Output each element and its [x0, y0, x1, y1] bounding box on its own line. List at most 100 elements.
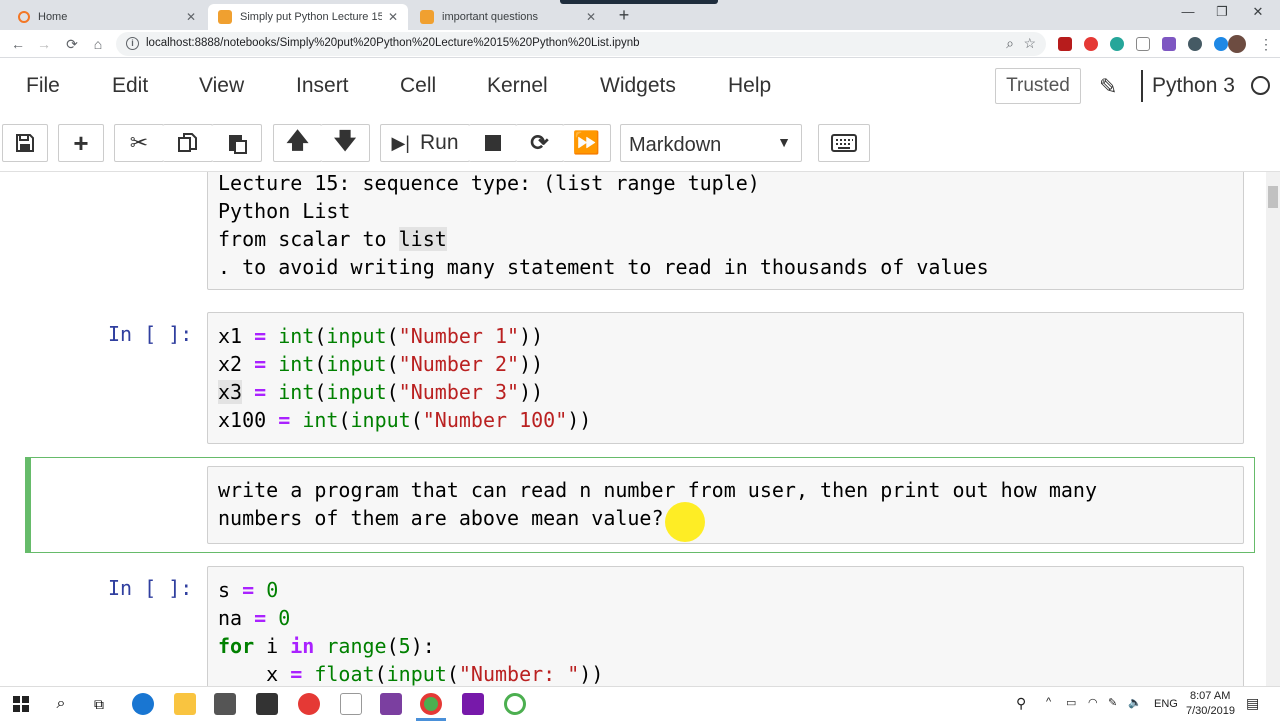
minimize-icon[interactable]: — [1178, 4, 1198, 19]
bookmark-star-icon[interactable]: ☆ [1023, 35, 1036, 52]
tab-lecture-notebook[interactable]: Simply put Python Lecture 15 Py ✕ [208, 4, 408, 30]
code-line: x = float(input("Number: ")) [218, 662, 604, 686]
menu-view[interactable]: View [199, 74, 244, 98]
clock-time[interactable]: 8:07 AM [1190, 690, 1230, 702]
chrome-icon[interactable] [420, 693, 442, 715]
close-icon[interactable]: ✕ [586, 10, 596, 24]
more-icon[interactable]: ⋮ [1256, 34, 1276, 54]
notebook-container[interactable]: Lecture 15: sequence type: (list range t… [0, 172, 1266, 686]
interrupt-button[interactable] [469, 124, 517, 162]
vertical-scrollbar[interactable] [1266, 172, 1280, 686]
scrollbar-thumb[interactable] [1268, 186, 1278, 208]
extension-icon[interactable] [1162, 37, 1176, 51]
extension-icon[interactable] [1188, 37, 1202, 51]
close-window-icon[interactable]: ✕ [1248, 4, 1268, 20]
restart-run-all-button[interactable]: ⏩ [563, 124, 611, 162]
search-icon[interactable]: ⌕ [50, 693, 72, 715]
file-explorer-icon[interactable] [174, 693, 196, 715]
people-icon[interactable]: ⚲ [1016, 695, 1026, 712]
code-line: na = 0 [218, 606, 291, 630]
arrow-up-icon: 🡅 [286, 128, 309, 153]
wifi-icon[interactable]: ◠ [1088, 696, 1098, 709]
copy-icon [177, 133, 197, 152]
menu-cell[interactable]: Cell [400, 74, 436, 98]
onenote-icon[interactable] [462, 693, 484, 715]
kernel-divider [1141, 70, 1143, 102]
clock-date[interactable]: 7/30/2019 [1186, 705, 1235, 717]
stop-icon [484, 135, 501, 151]
address-bar-row: ← → ⟳ ⌂ i localhost:8888/notebooks/Simpl… [0, 30, 1280, 58]
kernel-status-icon [1251, 76, 1270, 95]
grammarly-icon[interactable] [1110, 37, 1124, 51]
reload-icon[interactable]: ⟳ [62, 34, 82, 54]
back-icon[interactable]: ← [8, 34, 28, 54]
extension-icon[interactable] [1136, 37, 1150, 51]
markdown-cell[interactable]: write a program that can read n number f… [207, 466, 1244, 544]
zoom-icon[interactable]: ⌕ [1006, 35, 1014, 52]
windows-start-icon[interactable] [10, 693, 32, 715]
battery-icon[interactable]: ▭ [1066, 696, 1076, 709]
pen-icon[interactable]: ✎ [1108, 696, 1117, 709]
menu-widgets[interactable]: Widgets [600, 74, 676, 98]
code-cell[interactable]: x1 = int(input("Number 1")) x2 = int(inp… [207, 312, 1244, 444]
paste-button[interactable] [212, 124, 262, 162]
save-button[interactable] [2, 124, 48, 162]
pencil-icon[interactable]: ✎ [1099, 74, 1117, 100]
edge-icon[interactable] [132, 693, 154, 715]
tab-title: Home [38, 11, 68, 23]
home-icon[interactable]: ⌂ [88, 34, 108, 54]
app-ring-icon[interactable] [504, 693, 526, 715]
menu-file[interactable]: File [26, 74, 60, 98]
paste-icon [228, 135, 247, 154]
run-button[interactable]: ▶| Run [380, 124, 470, 162]
url-text[interactable]: localhost:8888/notebooks/Simply%20put%20… [146, 37, 640, 49]
menu-help[interactable]: Help [728, 74, 771, 98]
kernel-name[interactable]: Python 3 [1152, 74, 1235, 98]
code-cell[interactable]: s = 0 na = 0 for i in range(5): x = floa… [207, 566, 1244, 686]
trusted-badge[interactable]: Trusted [995, 68, 1081, 104]
extension-icon[interactable] [1058, 37, 1072, 51]
insert-cell-button[interactable]: + [58, 124, 104, 162]
close-icon[interactable]: ✕ [388, 10, 398, 24]
app-icon[interactable] [380, 693, 402, 715]
menu-edit[interactable]: Edit [112, 74, 148, 98]
menu-kernel[interactable]: Kernel [487, 74, 548, 98]
tab-drag-indicator [560, 0, 718, 4]
move-up-button[interactable]: 🡅 [273, 124, 322, 162]
tab-home[interactable]: Home ✕ [8, 4, 206, 30]
notification-icon[interactable]: ▤ [1246, 695, 1259, 712]
cell-line: Lecture 15: sequence type: (list range t… [218, 172, 760, 195]
command-palette-button[interactable] [818, 124, 870, 162]
task-view-icon[interactable]: ⧉ [88, 693, 110, 715]
new-tab-button[interactable]: + [614, 6, 634, 26]
mail-icon[interactable] [256, 693, 278, 715]
maximize-icon[interactable]: ❐ [1212, 4, 1232, 20]
adblock-icon[interactable] [1084, 37, 1098, 51]
cut-button[interactable]: ✂ [114, 124, 164, 162]
url-bar[interactable]: i localhost:8888/notebooks/Simply%20put%… [116, 32, 1046, 56]
jupyter-icon [18, 11, 30, 23]
copy-button[interactable] [163, 124, 213, 162]
document-icon[interactable] [340, 693, 362, 715]
markdown-cell[interactable]: Lecture 15: sequence type: (list range t… [207, 172, 1244, 290]
jupyter-menubar: File Edit View Insert Cell Kernel Widget… [0, 58, 1280, 114]
tab-important-questions[interactable]: important questions ✕ [410, 4, 606, 30]
extension-icon[interactable] [1214, 37, 1228, 51]
menu-insert[interactable]: Insert [296, 74, 349, 98]
move-down-button[interactable]: 🡇 [321, 124, 370, 162]
restart-button[interactable]: ⟳ [516, 124, 564, 162]
language-indicator[interactable]: ENG [1154, 698, 1178, 710]
close-icon[interactable]: ✕ [186, 10, 196, 24]
info-icon[interactable]: i [126, 37, 139, 50]
forward-icon[interactable]: → [34, 34, 54, 54]
cell-type-select[interactable]: Markdown ▼ [620, 124, 802, 162]
profile-avatar[interactable] [1228, 35, 1246, 53]
notebook-icon [420, 10, 434, 24]
opera-icon[interactable] [298, 693, 320, 715]
mouse-cursor-highlight [665, 502, 705, 542]
volume-icon[interactable]: 🔈 [1128, 696, 1142, 709]
chevron-up-icon[interactable]: ^ [1046, 696, 1051, 708]
notebook-icon [218, 10, 232, 24]
store-icon[interactable] [214, 693, 236, 715]
cell-line: numbers of them are above mean value? [218, 506, 664, 530]
